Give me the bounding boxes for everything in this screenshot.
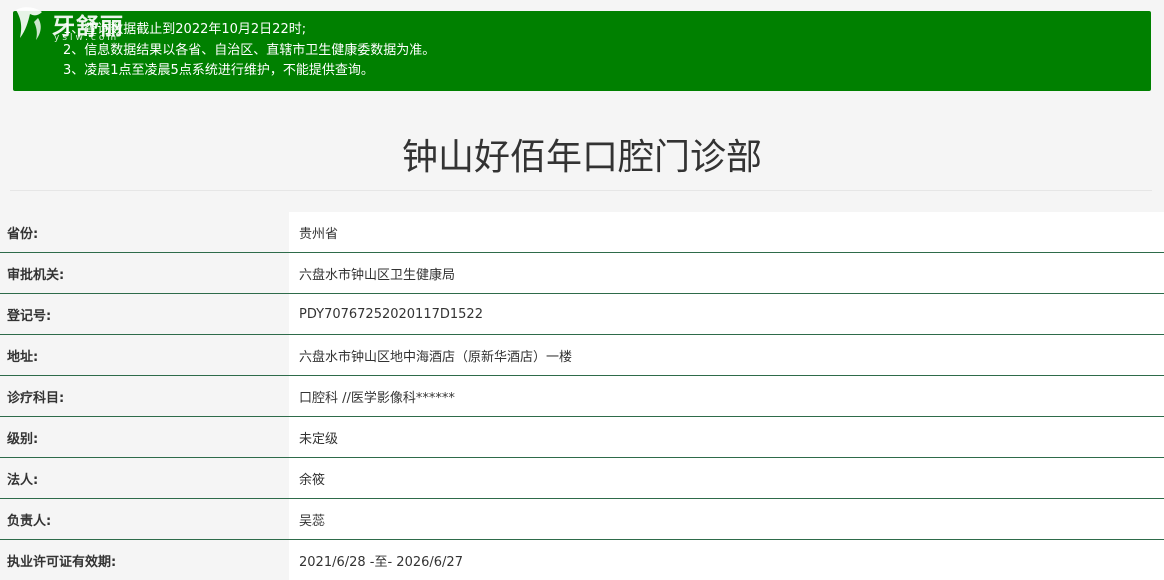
divider bbox=[10, 190, 1152, 191]
info-value: 2021/6/28 -至- 2026/6/27 bbox=[289, 540, 1164, 580]
notice-banner: 1、查询数据截止到2022年10月2日22时; 2、信息数据结果以各省、自治区、… bbox=[13, 11, 1151, 91]
info-row: 登记号:PDY70767252020117D1522 bbox=[0, 294, 1164, 335]
info-value: 未定级 bbox=[289, 417, 1164, 458]
notice-line: 1、查询数据截止到2022年10月2日22时; bbox=[63, 20, 1151, 41]
info-label: 审批机关: bbox=[0, 253, 289, 294]
info-value: 吴蕊 bbox=[289, 499, 1164, 540]
info-row: 省份:贵州省 bbox=[0, 212, 1164, 253]
info-value: 六盘水市钟山区地中海酒店（原新华酒店）一楼 bbox=[289, 335, 1164, 376]
info-row: 执业许可证有效期:2021/6/28 -至- 2026/6/27 bbox=[0, 540, 1164, 580]
clinic-info-table: 省份:贵州省审批机关:六盘水市钟山区卫生健康局登记号:PDY7076725202… bbox=[0, 212, 1164, 580]
info-value: 贵州省 bbox=[289, 212, 1164, 253]
info-row: 诊疗科目:口腔科 //医学影像科****** bbox=[0, 376, 1164, 417]
info-label: 地址: bbox=[0, 335, 289, 376]
notice-line: 3、凌晨1点至凌晨5点系统进行维护，不能提供查询。 bbox=[63, 61, 1151, 82]
info-row: 法人:余筱 bbox=[0, 458, 1164, 499]
info-label: 登记号: bbox=[0, 294, 289, 335]
info-row: 负责人:吴蕊 bbox=[0, 499, 1164, 540]
info-value: 余筱 bbox=[289, 458, 1164, 499]
info-label: 省份: bbox=[0, 212, 289, 253]
info-row: 级别:未定级 bbox=[0, 417, 1164, 458]
info-label: 诊疗科目: bbox=[0, 376, 289, 417]
info-label: 负责人: bbox=[0, 499, 289, 540]
info-label: 执业许可证有效期: bbox=[0, 540, 289, 580]
info-value: 口腔科 //医学影像科****** bbox=[289, 376, 1164, 417]
notice-line: 2、信息数据结果以各省、自治区、直辖市卫生健康委数据为准。 bbox=[63, 41, 1151, 62]
info-label: 级别: bbox=[0, 417, 289, 458]
info-row: 审批机关:六盘水市钟山区卫生健康局 bbox=[0, 253, 1164, 294]
info-label: 法人: bbox=[0, 458, 289, 499]
page-title: 钟山好佰年口腔门诊部 bbox=[0, 128, 1164, 180]
info-value: PDY70767252020117D1522 bbox=[289, 294, 1164, 335]
info-value: 六盘水市钟山区卫生健康局 bbox=[289, 253, 1164, 294]
info-row: 地址:六盘水市钟山区地中海酒店（原新华酒店）一楼 bbox=[0, 335, 1164, 376]
